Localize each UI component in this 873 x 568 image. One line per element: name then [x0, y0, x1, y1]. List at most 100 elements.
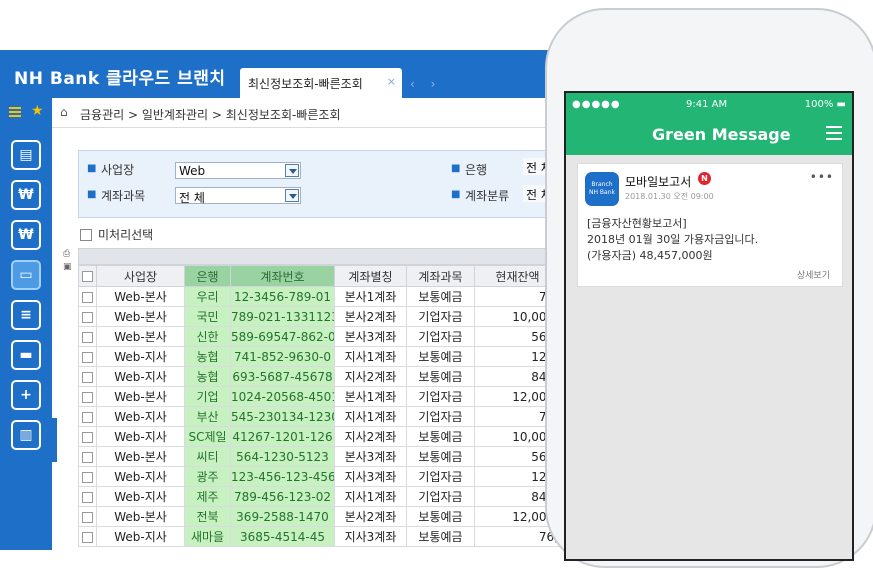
home-icon[interactable]: ⌂ — [60, 105, 68, 119]
business-select-value: Web — [179, 164, 206, 178]
add-folder-icon[interactable]: + — [11, 380, 41, 410]
menu-icon[interactable] — [826, 126, 842, 140]
cell-account-number: 789-456-123-02 — [230, 486, 335, 507]
tab-nav-arrows-icon[interactable]: ‹ › — [410, 77, 441, 91]
new-badge: N — [698, 172, 711, 185]
column-header-subject[interactable]: 계좌과목 — [406, 265, 475, 287]
message-date: 2018.01.30 오전 09:00 — [625, 192, 714, 201]
card-list-icon[interactable]: ▭ — [11, 260, 41, 290]
business-select[interactable]: Web — [175, 162, 301, 179]
checkbox-box[interactable] — [82, 411, 93, 423]
message-card[interactable]: Branch NH Bank 모바일보고서 N 2018.01.30 오전 09… — [577, 163, 843, 287]
close-icon[interactable]: × — [387, 75, 396, 88]
row-checkbox[interactable] — [78, 426, 97, 447]
cell-bank: 부산 — [184, 406, 231, 427]
column-header-alias[interactable]: 계좌별칭 — [334, 265, 407, 287]
checkbox-box[interactable] — [82, 511, 93, 523]
table-row[interactable]: Web-본사신한589-69547-862-00본사3계좌기업자금562, — [78, 326, 561, 347]
won-refund-icon[interactable]: ₩ — [11, 180, 41, 210]
checkbox-box[interactable] — [82, 311, 93, 323]
cell-bank: 새마을 — [184, 526, 231, 547]
print-icon[interactable]: ⎙ — [63, 248, 76, 261]
cell-alias: 지사1계좌 — [334, 486, 407, 507]
table-row[interactable]: Web-지사농협741-852-9630-0지사1계좌보통예금123, — [78, 346, 561, 367]
checkbox-box[interactable] — [82, 431, 93, 443]
cell-bank: 국민 — [184, 306, 231, 327]
row-checkbox[interactable] — [78, 486, 97, 507]
checkbox-box[interactable] — [82, 391, 93, 403]
save-icon[interactable]: ▣ — [63, 261, 76, 274]
clipboard-icon[interactable]: ≡ — [11, 300, 41, 330]
checkbox-box[interactable] — [82, 331, 93, 343]
cell-alias: 본사3계좌 — [334, 326, 407, 347]
menu-icon[interactable] — [9, 107, 21, 117]
row-checkbox[interactable] — [78, 326, 97, 347]
checkbox-box[interactable] — [82, 491, 93, 503]
table-row[interactable]: Web-본사 기업 1024-20568-4501 본사1계좌 기업자금 12,000, — [78, 386, 561, 407]
unprocessed-checkbox[interactable] — [80, 229, 92, 241]
phone-screen: ●●●●● 9:41 AM 100% ▬ Green Message Branc… — [564, 91, 854, 561]
table-row[interactable]: Web-본사 국민 789-021-1331123 본사2계좌 기업자금 10,000, — [78, 306, 561, 327]
table-row[interactable]: Web-본사 전북 369-2588-1470 본사2계좌 보통예금 12,000, — [78, 506, 561, 527]
cell-subject: 기업자금 — [406, 326, 475, 347]
card-icon[interactable]: ▬ — [11, 340, 41, 370]
star-icon[interactable]: ★ — [31, 103, 44, 119]
cell-subject: 보통예금 — [406, 526, 475, 547]
account-subject-select[interactable]: 전 체 — [175, 187, 301, 205]
cell-account-number: 545-230134-1230 — [230, 406, 335, 427]
row-checkbox[interactable] — [78, 386, 97, 407]
checkbox-box[interactable] — [82, 371, 93, 383]
cell-subject: 보통예금 — [406, 426, 475, 447]
sidebar-toggle-handle[interactable] — [52, 418, 57, 462]
cell-account-number: 741-852-9630-0 — [230, 346, 335, 367]
detail-link[interactable]: 상세보기 — [797, 268, 830, 281]
cell-alias: 지사3계좌 — [334, 466, 407, 487]
row-checkbox[interactable] — [78, 366, 97, 387]
row-checkbox[interactable] — [78, 306, 97, 327]
row-checkbox[interactable] — [78, 506, 97, 527]
table-row[interactable]: Web-지사제주789-456-123-02지사1계좌기업자금845, — [78, 486, 561, 507]
chevron-down-icon[interactable] — [285, 164, 299, 177]
cell-bank: 광주 — [184, 466, 231, 487]
status-time: 9:41 AM — [686, 99, 728, 110]
row-checkbox[interactable] — [78, 406, 97, 427]
cell-business: Web-본사 — [96, 506, 185, 527]
inbox-icon[interactable]: ▤ — [11, 140, 41, 170]
cell-business: Web-지사 — [96, 466, 185, 487]
table-row[interactable]: Web-지사농협693-5687-45678지사2계좌보통예금845, — [78, 366, 561, 387]
select-all-checkbox[interactable] — [78, 265, 97, 287]
cell-alias: 본사1계좌 — [334, 386, 407, 407]
bullet-icon: ■ — [87, 189, 97, 200]
message-line-3: (가용자금) 48,457,000원 — [587, 249, 713, 262]
row-checkbox[interactable] — [78, 526, 97, 547]
table-row[interactable]: Web-지사광주123-456-123-456지사3계좌기업자금123, — [78, 466, 561, 487]
column-header-business[interactable]: 사업장 — [96, 265, 185, 287]
checkbox-box[interactable] — [82, 351, 93, 363]
cell-business: Web-본사 — [96, 286, 185, 307]
table-row[interactable]: Web-본사씨티564-1230-5123본사3계좌보통예금562, — [78, 446, 561, 467]
table-row[interactable]: Web-본사우리12-3456-789-01본사1계좌보통예금76, — [78, 286, 561, 307]
checkbox-box[interactable] — [82, 291, 93, 303]
checkbox-box[interactable] — [82, 271, 93, 282]
row-checkbox[interactable] — [78, 466, 97, 487]
tab-quick-lookup[interactable]: 최신정보조회-빠른조회 × — [240, 68, 402, 98]
cell-subject: 기업자금 — [406, 486, 475, 507]
row-checkbox[interactable] — [78, 346, 97, 367]
table-row[interactable]: Web-지사 새마을 3685-4514-45 지사3계좌 보통예금 76, — [78, 526, 561, 547]
checkbox-box[interactable] — [82, 451, 93, 463]
column-header-bank[interactable]: 은행 — [184, 265, 231, 287]
checkbox-box[interactable] — [82, 531, 93, 543]
column-header-account-number[interactable]: 계좌번호 — [230, 265, 335, 287]
more-icon[interactable]: ••• — [810, 170, 834, 184]
book-icon[interactable]: ▥ — [11, 420, 41, 450]
unprocessed-checkbox-row[interactable]: 미처리선택 — [80, 226, 153, 243]
table-row[interactable]: Web-지사부산545-230134-1230지사1계좌기업자금76, — [78, 406, 561, 427]
chevron-down-icon[interactable] — [285, 189, 299, 202]
row-checkbox[interactable] — [78, 446, 97, 467]
row-checkbox[interactable] — [78, 286, 97, 307]
breadcrumb: 금융관리 > 일반계좌관리 > 최신정보조회-빠른조회 — [80, 108, 341, 122]
app-title: Green Message — [652, 125, 791, 144]
checkbox-box[interactable] — [82, 471, 93, 483]
table-row[interactable]: Web-지사 SC제일 41267-1201-126 지사2계좌 보통예금 10,000, — [78, 426, 561, 447]
won-transfer-icon[interactable]: ₩ — [11, 220, 41, 250]
